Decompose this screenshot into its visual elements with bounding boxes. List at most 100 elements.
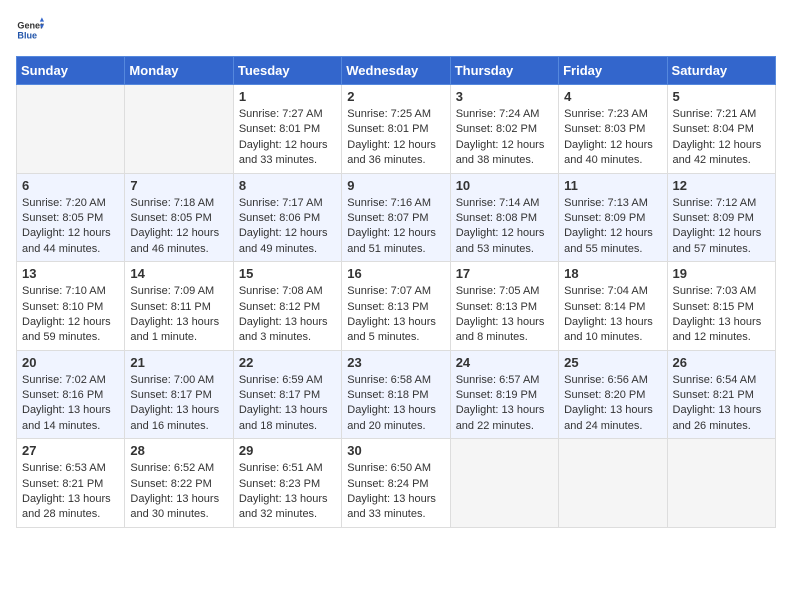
day-number: 29 — [239, 443, 336, 458]
weekday-header-saturday: Saturday — [667, 57, 775, 85]
calendar-cell: 2 Sunrise: 7:25 AMSunset: 8:01 PMDaylight… — [342, 85, 450, 174]
day-info: Sunrise: 7:17 AMSunset: 8:06 PMDaylight:… — [239, 196, 336, 258]
calendar-cell: 27 Sunrise: 6:53 AMSunset: 8:21 PMDayligh… — [17, 439, 125, 528]
calendar-cell: 4 Sunrise: 7:23 AMSunset: 8:03 PMDaylight… — [559, 85, 667, 174]
day-number: 1 — [239, 89, 336, 104]
day-number: 7 — [130, 178, 227, 193]
day-info: Sunrise: 7:23 AMSunset: 8:03 PMDaylight:… — [564, 107, 661, 169]
day-info: Sunrise: 7:00 AMSunset: 8:17 PMDaylight:… — [130, 373, 227, 435]
day-info: Sunrise: 7:21 AMSunset: 8:04 PMDaylight:… — [673, 107, 770, 169]
day-number: 16 — [347, 266, 444, 281]
week-row-3: 13Sunrise: 7:10 AMSunset: 8:10 PMDayligh… — [17, 262, 776, 351]
calendar-cell: 16 Sunrise: 7:07 AMSunset: 8:13 PMDayligh… — [342, 262, 450, 351]
day-info: Sunrise: 7:27 AMSunset: 8:01 PMDaylight:… — [239, 107, 336, 169]
calendar-cell: 5 Sunrise: 7:21 AMSunset: 8:04 PMDaylight… — [667, 85, 775, 174]
calendar-cell — [559, 439, 667, 528]
day-info: Sunrise: 7:10 AMSunset: 8:10 PMDaylight:… — [22, 284, 119, 346]
day-info: Sunrise: 7:05 AMSunset: 8:13 PMDaylight:… — [456, 284, 553, 346]
calendar-cell — [125, 85, 233, 174]
day-number: 24 — [456, 355, 553, 370]
week-row-4: 20 Sunrise: 7:02 AMSunset: 8:16 PMDayligh… — [17, 350, 776, 439]
weekday-header-wednesday: Wednesday — [342, 57, 450, 85]
calendar-cell: 22Sunrise: 6:59 AMSunset: 8:17 PMDayligh… — [233, 350, 341, 439]
day-info: Sunrise: 6:54 AMSunset: 8:21 PMDaylight:… — [673, 373, 770, 435]
calendar-cell: 10 Sunrise: 7:14 AMSunset: 8:08 PMDayligh… — [450, 173, 558, 262]
calendar-cell — [667, 439, 775, 528]
day-info: Sunrise: 7:20 AMSunset: 8:05 PMDaylight:… — [22, 196, 119, 258]
day-number: 11 — [564, 178, 661, 193]
week-row-5: 27 Sunrise: 6:53 AMSunset: 8:21 PMDayligh… — [17, 439, 776, 528]
calendar-cell — [17, 85, 125, 174]
svg-text:General: General — [17, 21, 44, 31]
calendar-cell: 30 Sunrise: 6:50 AMSunset: 8:24 PMDayligh… — [342, 439, 450, 528]
day-info: Sunrise: 6:52 AMSunset: 8:22 PMDaylight:… — [130, 461, 227, 523]
day-info: Sunrise: 6:57 AMSunset: 8:19 PMDaylight:… — [456, 373, 553, 435]
weekday-header-thursday: Thursday — [450, 57, 558, 85]
weekday-header-row: SundayMondayTuesdayWednesdayThursdayFrid… — [17, 57, 776, 85]
calendar-cell: 3 Sunrise: 7:24 AMSunset: 8:02 PMDaylight… — [450, 85, 558, 174]
day-info: Sunrise: 6:50 AMSunset: 8:24 PMDaylight:… — [347, 461, 444, 523]
day-info: Sunrise: 7:07 AMSunset: 8:13 PMDaylight:… — [347, 284, 444, 346]
calendar-cell: 9Sunrise: 7:16 AMSunset: 8:07 PMDaylight… — [342, 173, 450, 262]
day-number: 4 — [564, 89, 661, 104]
day-number: 3 — [456, 89, 553, 104]
day-number: 2 — [347, 89, 444, 104]
weekday-header-sunday: Sunday — [17, 57, 125, 85]
day-info: Sunrise: 6:56 AMSunset: 8:20 PMDaylight:… — [564, 373, 661, 435]
header: General Blue — [16, 16, 776, 44]
day-number: 25 — [564, 355, 661, 370]
calendar-cell: 26 Sunrise: 6:54 AMSunset: 8:21 PMDayligh… — [667, 350, 775, 439]
weekday-header-monday: Monday — [125, 57, 233, 85]
calendar-cell: 15 Sunrise: 7:08 AMSunset: 8:12 PMDayligh… — [233, 262, 341, 351]
day-info: Sunrise: 7:14 AMSunset: 8:08 PMDaylight:… — [456, 196, 553, 258]
day-info: Sunrise: 6:51 AMSunset: 8:23 PMDaylight:… — [239, 461, 336, 523]
day-info: Sunrise: 7:04 AMSunset: 8:14 PMDaylight:… — [564, 284, 661, 346]
calendar-cell: 12Sunrise: 7:12 AMSunset: 8:09 PMDayligh… — [667, 173, 775, 262]
day-number: 17 — [456, 266, 553, 281]
day-info: Sunrise: 7:03 AMSunset: 8:15 PMDaylight:… — [673, 284, 770, 346]
day-number: 18 — [564, 266, 661, 281]
day-number: 15 — [239, 266, 336, 281]
day-number: 28 — [130, 443, 227, 458]
day-number: 10 — [456, 178, 553, 193]
day-info: Sunrise: 7:25 AMSunset: 8:01 PMDaylight:… — [347, 107, 444, 169]
day-number: 8 — [239, 178, 336, 193]
day-number: 5 — [673, 89, 770, 104]
svg-text:Blue: Blue — [17, 30, 37, 40]
logo-icon: General Blue — [16, 16, 44, 44]
calendar-cell: 6 Sunrise: 7:20 AMSunset: 8:05 PMDaylight… — [17, 173, 125, 262]
day-info: Sunrise: 7:02 AMSunset: 8:16 PMDaylight:… — [22, 373, 119, 435]
day-info: Sunrise: 6:53 AMSunset: 8:21 PMDaylight:… — [22, 461, 119, 523]
day-number: 21 — [130, 355, 227, 370]
calendar-cell: 29 Sunrise: 6:51 AMSunset: 8:23 PMDayligh… — [233, 439, 341, 528]
calendar-cell: 24 Sunrise: 6:57 AMSunset: 8:19 PMDayligh… — [450, 350, 558, 439]
calendar-cell: 21 Sunrise: 7:00 AMSunset: 8:17 PMDayligh… — [125, 350, 233, 439]
day-info: Sunrise: 7:18 AMSunset: 8:05 PMDaylight:… — [130, 196, 227, 258]
calendar-cell: 13Sunrise: 7:10 AMSunset: 8:10 PMDayligh… — [17, 262, 125, 351]
calendar-cell: 19Sunrise: 7:03 AMSunset: 8:15 PMDayligh… — [667, 262, 775, 351]
logo: General Blue — [16, 16, 44, 44]
calendar-cell: 18 Sunrise: 7:04 AMSunset: 8:14 PMDayligh… — [559, 262, 667, 351]
calendar-cell: 23Sunrise: 6:58 AMSunset: 8:18 PMDayligh… — [342, 350, 450, 439]
day-number: 9 — [347, 178, 444, 193]
calendar-cell: 20 Sunrise: 7:02 AMSunset: 8:16 PMDayligh… — [17, 350, 125, 439]
day-number: 26 — [673, 355, 770, 370]
day-number: 27 — [22, 443, 119, 458]
calendar-cell: 11 Sunrise: 7:13 AMSunset: 8:09 PMDayligh… — [559, 173, 667, 262]
day-number: 20 — [22, 355, 119, 370]
day-number: 6 — [22, 178, 119, 193]
day-info: Sunrise: 6:59 AMSunset: 8:17 PMDaylight:… — [239, 373, 336, 435]
day-info: Sunrise: 7:08 AMSunset: 8:12 PMDaylight:… — [239, 284, 336, 346]
weekday-header-tuesday: Tuesday — [233, 57, 341, 85]
day-number: 30 — [347, 443, 444, 458]
calendar-cell: 28 Sunrise: 6:52 AMSunset: 8:22 PMDayligh… — [125, 439, 233, 528]
day-info: Sunrise: 7:13 AMSunset: 8:09 PMDaylight:… — [564, 196, 661, 258]
day-number: 12 — [673, 178, 770, 193]
day-info: Sunrise: 7:24 AMSunset: 8:02 PMDaylight:… — [456, 107, 553, 169]
day-info: Sunrise: 7:09 AMSunset: 8:11 PMDaylight:… — [130, 284, 227, 346]
calendar-cell — [450, 439, 558, 528]
calendar-cell: 25 Sunrise: 6:56 AMSunset: 8:20 PMDayligh… — [559, 350, 667, 439]
weekday-header-friday: Friday — [559, 57, 667, 85]
week-row-1: 1 Sunrise: 7:27 AMSunset: 8:01 PMDaylight… — [17, 85, 776, 174]
day-number: 23 — [347, 355, 444, 370]
